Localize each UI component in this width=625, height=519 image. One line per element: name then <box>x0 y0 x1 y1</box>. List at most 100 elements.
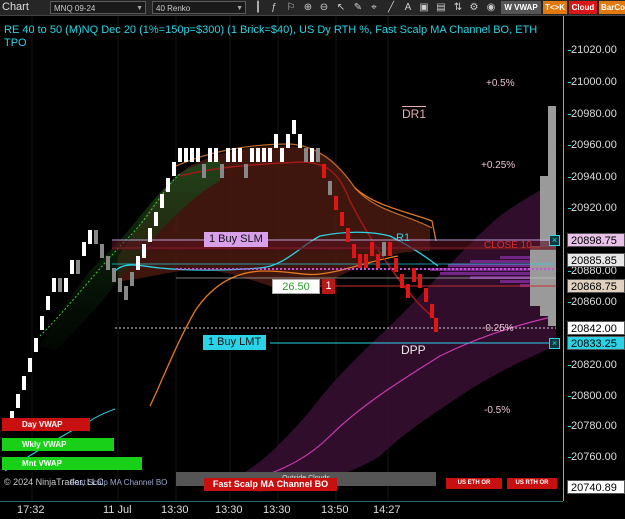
chart-info-line: RE 40 to 50 (M)NQ Dec 20 (1%=150p=$300) … <box>4 24 538 49</box>
drawing-tools-icon[interactable]: ✎ <box>352 1 364 14</box>
renko-brick <box>388 242 392 256</box>
renko-brick <box>28 358 32 372</box>
price-tick: 20760.00 <box>568 451 617 463</box>
price-tick: 20940.00 <box>568 171 617 183</box>
renko-brick <box>364 254 368 268</box>
renko-brick <box>424 288 428 302</box>
us-rth-or-button[interactable]: US RTH OR <box>507 478 557 489</box>
chart-title: Chart <box>2 1 29 13</box>
strategies-icon[interactable]: ⚐ <box>285 1 297 14</box>
line-tool-icon[interactable]: ╱ <box>385 1 397 14</box>
dpp-label: DPP <box>401 343 426 357</box>
crosshair-icon[interactable]: ⌖ <box>368 1 380 14</box>
wkly-vwap-label: Wkly VWAP <box>2 438 114 451</box>
zoom-out-icon[interactable]: ⊖ <box>318 1 330 14</box>
renko-brick <box>244 164 248 178</box>
renko-brick <box>250 148 254 162</box>
renko-brick <box>394 258 398 272</box>
percent-label: +0.25% <box>481 160 516 171</box>
price-tick: 20980.00 <box>568 108 617 120</box>
renko-brick <box>52 278 56 292</box>
time-tick: 11 Jul <box>103 504 132 516</box>
chevron-down-icon: ▼ <box>236 5 243 12</box>
renko-brick <box>370 242 374 256</box>
last-price-label: 20842.00 <box>567 321 625 335</box>
cloud-lines-label: Fast Scalp MA Channel BO <box>70 478 168 487</box>
renko-brick <box>154 212 158 226</box>
candlestick-icon[interactable]: ┃ <box>252 1 264 14</box>
bar-type-selector[interactable]: 40 Renko ▼ <box>152 1 246 14</box>
lmt-price-label: 20833.25 <box>567 336 625 350</box>
r1-label: R1 <box>396 232 411 244</box>
instrument-value: MNQ 09-24 <box>54 4 96 13</box>
renko-brick <box>82 242 86 256</box>
snapshot-icon[interactable]: ◉ <box>485 1 497 14</box>
renko-brick <box>130 272 134 286</box>
price-tick: 20820.00 <box>568 359 617 371</box>
renko-brick <box>202 164 206 178</box>
renko-brick <box>376 254 380 268</box>
zoom-icon[interactable]: ⊕ <box>302 1 314 14</box>
renko-brick <box>142 244 146 258</box>
indicators-icon[interactable]: ƒ <box>268 1 280 14</box>
renko-brick <box>406 284 410 298</box>
price-tick: 20860.00 <box>568 296 617 308</box>
renko-brick <box>46 296 50 310</box>
text-tool-icon[interactable]: A <box>402 1 414 14</box>
cloud-button[interactable]: Cloud <box>569 1 597 14</box>
us-eth-or-button[interactable]: US ETH OR <box>446 478 502 489</box>
percent-label: -0.25% <box>482 323 514 334</box>
pointer-icon[interactable]: ↖ <box>335 1 347 14</box>
low-price-label: 20740.89 <box>567 480 625 494</box>
strategy-button[interactable]: Fast Scalp MA Channel BO <box>204 478 337 491</box>
price-tick: 21020.00 <box>568 44 617 56</box>
fill-price-label: 20868.75 <box>567 279 625 293</box>
position-pnl-box[interactable]: 26.50 <box>272 279 320 294</box>
close-label: CLOSE 10... <box>484 240 541 251</box>
renko-brick <box>184 148 188 162</box>
cancel-order-icon[interactable]: × <box>549 338 560 349</box>
barco-button[interactable]: BarCo <box>599 1 625 14</box>
renko-brick <box>70 260 74 274</box>
renko-brick <box>316 148 320 162</box>
window-linking-icon[interactable]: ▣ <box>418 1 430 14</box>
day-vwap-label: Day VWAP <box>2 418 90 431</box>
time-tick: 13:30 <box>263 504 291 516</box>
data-box-icon[interactable]: ▤ <box>435 1 447 14</box>
vwap-button[interactable]: W VWAP <box>501 1 541 14</box>
time-tick: 13:30 <box>215 504 243 516</box>
mnt-vwap-label: Mnt VWAP <box>2 457 142 470</box>
renko-brick <box>76 260 80 274</box>
buy-lmt-order[interactable]: 1 Buy LMT <box>203 335 267 350</box>
renko-brick <box>322 164 326 178</box>
buy-slm-order[interactable]: 1 Buy SLM <box>204 232 268 247</box>
renko-brick <box>40 316 44 330</box>
renko-brick <box>166 178 170 192</box>
dr1-label: DR1 <box>402 106 427 121</box>
renko-brick <box>94 230 98 244</box>
time-tick: 13:30 <box>161 504 189 516</box>
renko-brick <box>286 134 290 148</box>
price-tick: 20780.00 <box>568 420 617 432</box>
percent-label: +0.5% <box>486 78 515 89</box>
tck-button[interactable]: T<>K <box>543 1 567 14</box>
price-tick: 21000.00 <box>568 76 617 88</box>
renko-brick <box>400 274 404 288</box>
renko-brick <box>148 228 152 242</box>
renko-brick <box>352 244 356 258</box>
instrument-selector[interactable]: MNQ 09-24 ▼ <box>50 1 146 14</box>
time-axis[interactable]: 17:32 11 Jul 13:30 13:30 13:30 13:50 14:… <box>0 501 563 519</box>
chart-trader-icon[interactable]: ⇅ <box>452 1 464 14</box>
price-axis[interactable]: 21020.00 21000.00 20980.00 20960.00 2094… <box>563 16 625 501</box>
position-qty-box[interactable]: 1 <box>322 279 335 294</box>
renko-brick <box>172 162 176 176</box>
pivot-price-label: 20885.85 <box>567 253 625 267</box>
chart-panel[interactable]: RE 40 to 50 (M)NQ Dec 20 (1%=150p=$300) … <box>0 16 625 501</box>
renko-brick <box>232 148 236 162</box>
renko-brick <box>304 148 308 162</box>
chevron-down-icon: ▼ <box>136 5 143 12</box>
renko-brick <box>100 244 104 258</box>
renko-brick <box>298 134 302 148</box>
cancel-order-icon[interactable]: × <box>549 235 560 246</box>
properties-icon[interactable]: ⚙ <box>468 1 480 14</box>
